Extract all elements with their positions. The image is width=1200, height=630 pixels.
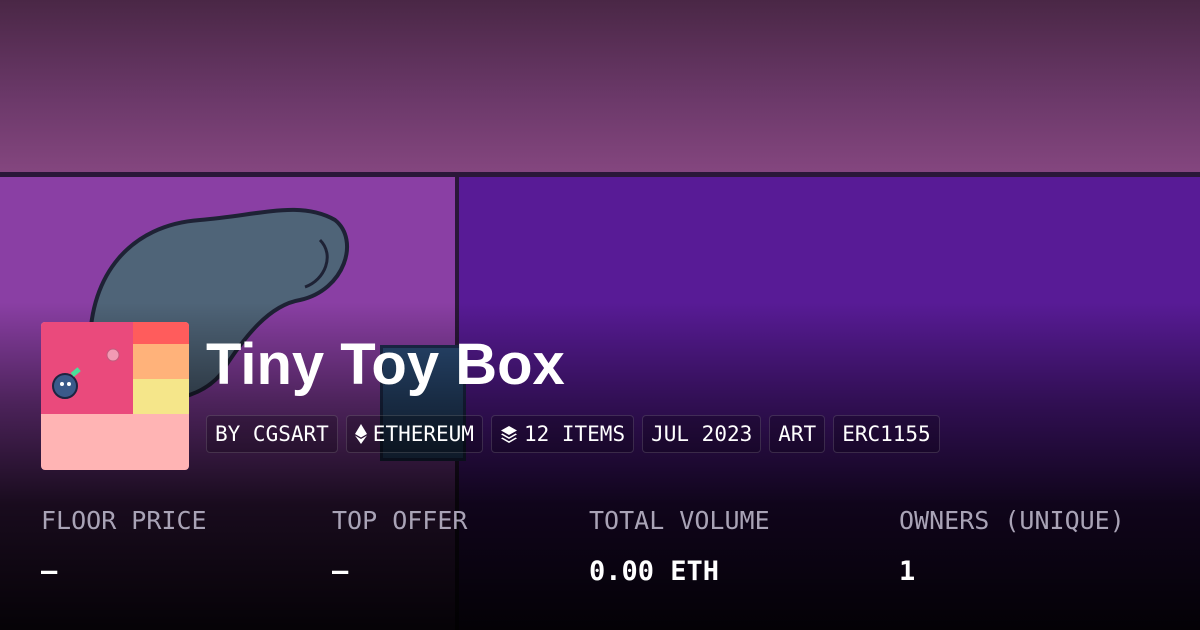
token-standard-chip: ERC1155 [833, 415, 940, 453]
stat-owners: OWNERS (UNIQUE) 1 [899, 506, 1125, 588]
items-chip[interactable]: 12 ITEMS [490, 415, 635, 453]
stat-total-volume: TOTAL VOLUME 0.00 ETH [589, 506, 770, 588]
creator-label: BY CGSART [215, 422, 329, 446]
category-chip[interactable]: ART [769, 415, 826, 453]
date-chip: JUL 2023 [642, 415, 762, 453]
creator-chip[interactable]: BY CGSART [206, 415, 338, 453]
chain-chip[interactable]: ETHEREUM [345, 415, 483, 453]
collection-title: Tiny Toy Box [206, 332, 565, 397]
layers-icon [500, 426, 517, 443]
stat-value: – [332, 556, 349, 587]
ethereum-icon [354, 424, 367, 444]
stat-label: FLOOR PRICE [41, 506, 207, 535]
stat-value: 1 [899, 556, 916, 587]
stat-label: TOP OFFER [332, 506, 468, 535]
collection-meta-chips: BY CGSART ETHEREUM 12 ITEMS JUL 2023 ART… [206, 415, 940, 453]
stat-top-offer: TOP OFFER – [332, 506, 467, 588]
token-standard-label: ERC1155 [842, 422, 931, 446]
category-label: ART [778, 422, 817, 446]
items-count-label: 12 ITEMS [523, 422, 626, 446]
date-label: JUL 2023 [651, 422, 753, 446]
stat-floor-price: FLOOR PRICE – [41, 506, 207, 588]
toy-robot-icon [52, 348, 120, 399]
stat-label: TOTAL VOLUME [589, 506, 770, 535]
stat-value: – [41, 556, 58, 587]
chain-label: ETHEREUM [372, 422, 474, 446]
collection-thumbnail[interactable] [41, 322, 189, 470]
stat-value: 0.00 ETH [589, 556, 720, 587]
stat-label: OWNERS (UNIQUE) [899, 506, 1125, 535]
